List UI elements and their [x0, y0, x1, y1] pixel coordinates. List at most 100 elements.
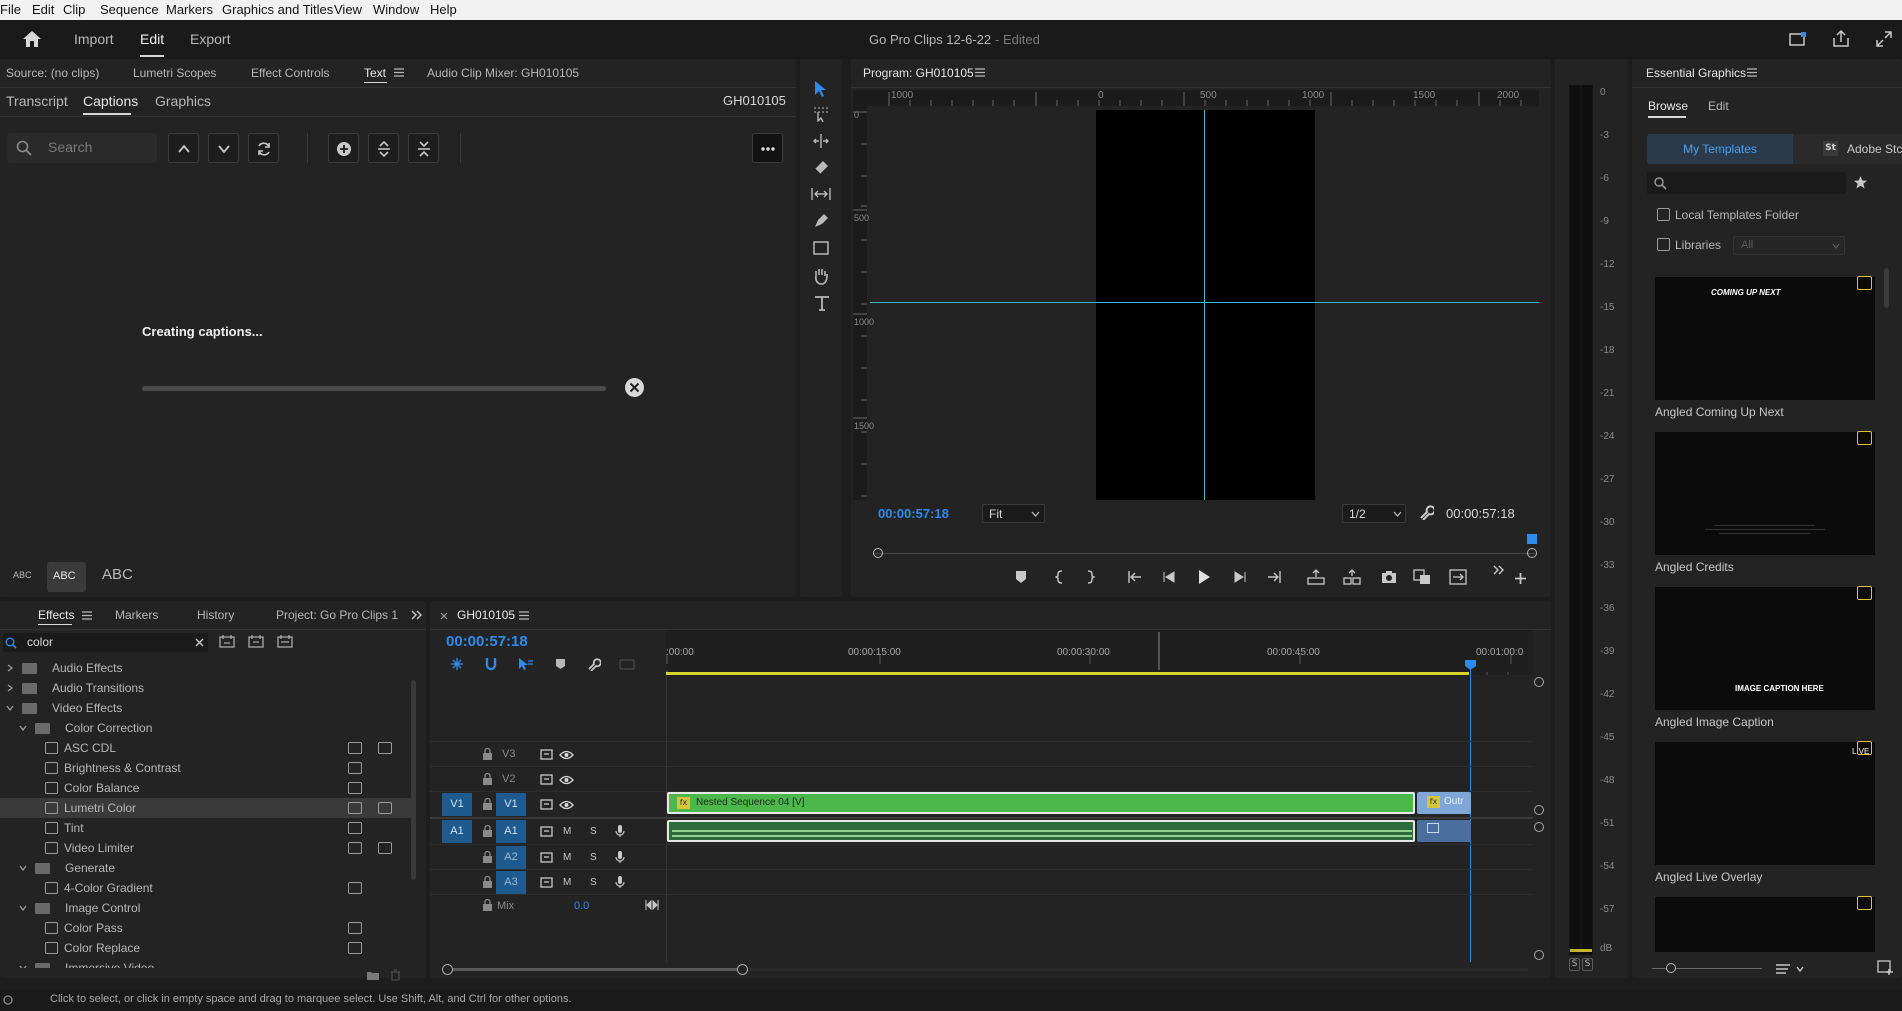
trash-icon[interactable] — [390, 969, 401, 981]
overflow-chevron-icon[interactable] — [411, 610, 422, 620]
zoom-handle-right[interactable] — [737, 964, 748, 975]
solo-button[interactable]: S — [590, 877, 597, 888]
tab-adobe-stock[interactable]: St Adobe Stc — [1793, 134, 1902, 164]
tab-audio-clip-mixer[interactable]: Audio Clip Mixer: GH010105 — [427, 66, 579, 80]
track-target-v2[interactable]: V2 — [502, 773, 515, 785]
chevron-down-icon[interactable] — [6, 704, 14, 712]
go-to-in-icon[interactable] — [1128, 570, 1142, 584]
sort-icon[interactable] — [1775, 963, 1805, 975]
horizontal-guide[interactable] — [870, 302, 1539, 303]
source-patch-v1[interactable]: V1 — [442, 793, 472, 816]
template-name[interactable]: Angled Image Caption — [1655, 715, 1774, 729]
selection-tool-icon[interactable] — [814, 80, 828, 98]
import-tab[interactable]: Import — [74, 31, 114, 47]
split-caption-button[interactable] — [368, 133, 399, 163]
audio-clip-outro[interactable] — [1417, 820, 1471, 842]
tab-markers[interactable]: Markers — [115, 608, 158, 622]
horizontal-scrollbar[interactable] — [446, 968, 1528, 971]
libraries-checkbox[interactable] — [1657, 238, 1670, 251]
track-select-tool-icon[interactable] — [812, 106, 830, 122]
effect-item[interactable]: Color Pass — [0, 918, 414, 938]
scrubber-start-handle[interactable] — [873, 548, 883, 558]
effects-folder[interactable]: Audio Effects — [0, 658, 414, 678]
hand-tool-icon[interactable] — [813, 267, 829, 285]
tab-project[interactable]: Project: Go Pro Clips 1 — [276, 608, 398, 622]
home-icon[interactable] — [22, 30, 42, 48]
menu-markers[interactable]: Markers — [166, 2, 213, 17]
chevron-right-icon[interactable] — [6, 664, 14, 672]
vertical-scroll-handle[interactable] — [1534, 822, 1544, 832]
vertical-scroll-handle[interactable] — [1534, 677, 1544, 687]
template-name[interactable]: Angled Live Overlay — [1655, 870, 1762, 884]
local-templates-checkbox[interactable] — [1657, 208, 1670, 221]
sync-lock-icon[interactable] — [540, 799, 553, 810]
mark-in-icon[interactable] — [1055, 570, 1063, 584]
sync-lock-icon[interactable] — [540, 774, 553, 785]
effect-item[interactable]: ASC CDL — [0, 738, 414, 758]
edit-tab[interactable]: Edit — [140, 31, 164, 47]
program-video-frame[interactable] — [1096, 110, 1315, 500]
horizontal-scroll-thumb[interactable] — [446, 968, 742, 971]
tab-effects[interactable]: Effects — [38, 608, 74, 622]
effect-item[interactable]: Brightness & Contrast — [0, 758, 414, 778]
playhead-timecode[interactable]: 00:00:57:18 — [878, 506, 949, 521]
video-clip-nested-sequence[interactable]: fx Nested Sequence 04 [V] — [667, 792, 1415, 814]
add-marker-icon[interactable] — [555, 658, 566, 670]
menu-window[interactable]: Window — [373, 2, 419, 17]
menu-graphics-and-titles[interactable]: Graphics and Titles — [222, 2, 333, 17]
caption-search[interactable]: Search — [7, 133, 157, 163]
track-target-v3[interactable]: V3 — [502, 748, 515, 760]
cancel-captions-icon[interactable] — [624, 377, 645, 398]
32bit-effects-icon[interactable] — [248, 634, 264, 648]
lock-icon[interactable] — [482, 825, 493, 837]
effects-search-field[interactable]: color — [3, 633, 208, 652]
template-thumbnail[interactable]: IMAGE CAPTION HERE — [1655, 587, 1875, 710]
marker-icon[interactable] — [1015, 570, 1027, 584]
essential-graphics-title[interactable]: Essential Graphics — [1646, 66, 1746, 80]
panel-menu-icon[interactable] — [394, 68, 404, 77]
new-item-icon[interactable] — [1877, 960, 1894, 975]
tab-lumetri-scopes[interactable]: Lumetri Scopes — [133, 66, 216, 80]
proxy-toggle-icon[interactable] — [1449, 569, 1467, 585]
panel-menu-icon[interactable] — [975, 68, 985, 77]
effect-item[interactable]: Lumetri Color — [0, 798, 414, 818]
tab-browse[interactable]: Browse — [1648, 99, 1688, 113]
menu-sequence[interactable]: Sequence — [100, 2, 159, 17]
solo-right-button[interactable]: S — [1582, 958, 1593, 971]
menu-edit[interactable]: Edit — [32, 2, 54, 17]
effects-scrollbar[interactable] — [411, 680, 416, 880]
nest-icon[interactable] — [450, 657, 464, 671]
lock-icon[interactable] — [482, 773, 493, 785]
chevron-down-icon[interactable] — [19, 904, 27, 912]
yuv-effects-icon[interactable] — [277, 634, 293, 648]
track-target-a3[interactable]: A3 — [496, 871, 526, 894]
template-thumbnail[interactable]: LIVE — [1655, 742, 1875, 865]
template-search-input[interactable] — [1647, 172, 1846, 194]
time-ruler[interactable]: :00:00 00:00:15:00 00:00:30:00 00:00:45:… — [666, 630, 1533, 675]
thumbnail-size-handle[interactable] — [1666, 963, 1676, 973]
effect-item[interactable]: Tint — [0, 818, 414, 838]
snap-magnet-icon[interactable] — [485, 657, 497, 671]
tab-my-templates[interactable]: My Templates — [1647, 134, 1793, 164]
ripple-edit-tool-icon[interactable] — [812, 133, 830, 149]
step-forward-icon[interactable] — [1232, 570, 1246, 584]
panel-menu-icon[interactable] — [519, 611, 529, 620]
tab-text[interactable]: Text — [364, 66, 386, 80]
mute-button[interactable]: M — [563, 852, 571, 863]
replace-button[interactable] — [248, 133, 279, 163]
effect-item[interactable]: Video Limiter — [0, 838, 414, 858]
effects-folder[interactable]: Generate — [0, 858, 414, 878]
effects-folder[interactable]: Audio Transitions — [0, 678, 414, 698]
resolution-dropdown[interactable]: 1/2 — [1342, 504, 1406, 523]
previous-caption-button[interactable] — [168, 133, 199, 163]
text-size-small[interactable]: ABC — [13, 570, 32, 580]
effects-folder[interactable]: Color Correction — [0, 718, 414, 738]
sync-lock-icon[interactable] — [540, 877, 553, 888]
razor-tool-icon[interactable] — [812, 160, 830, 176]
captions-track-icon[interactable] — [619, 659, 635, 670]
chevron-down-icon[interactable] — [19, 864, 27, 872]
effect-item[interactable]: Color Balance — [0, 778, 414, 798]
tab-effect-controls[interactable]: Effect Controls — [251, 66, 329, 80]
rectangle-tool-icon[interactable] — [813, 240, 829, 256]
overflow-chevron-icon[interactable] — [1493, 565, 1505, 575]
